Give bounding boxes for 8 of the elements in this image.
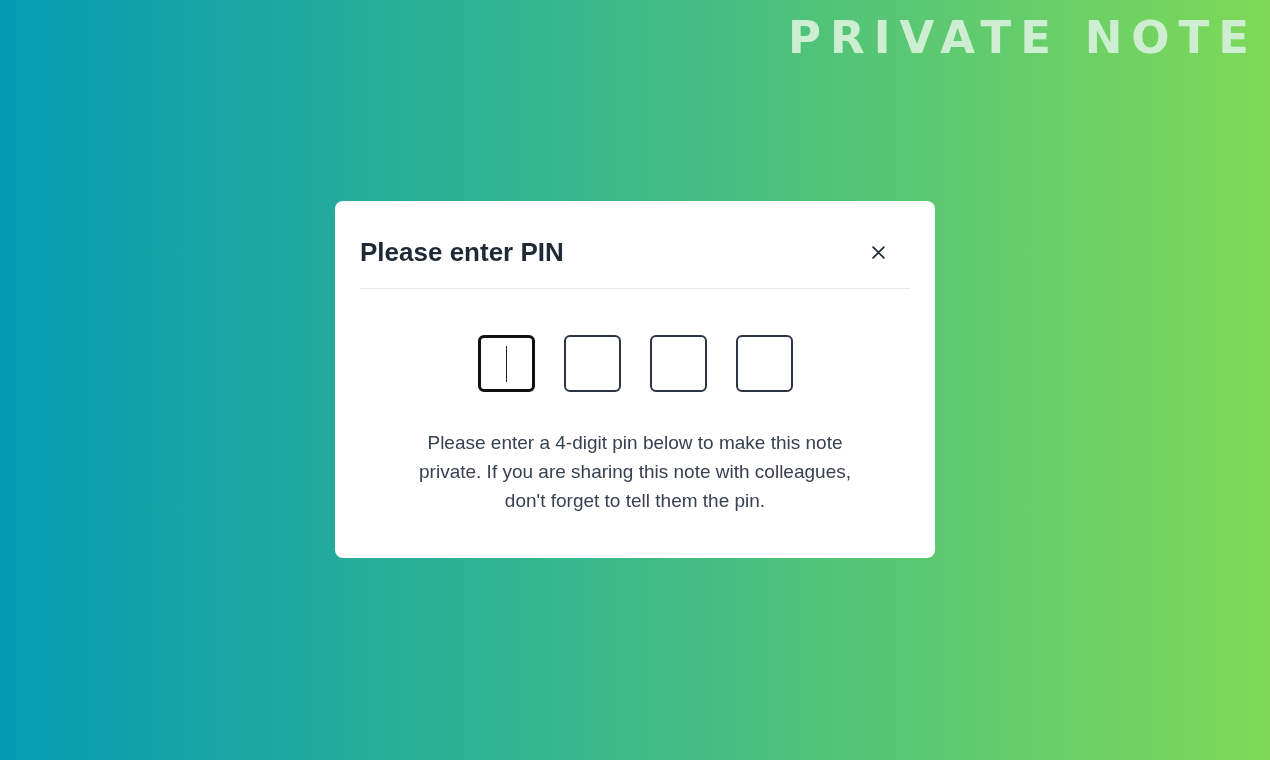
pin-field[interactable] bbox=[735, 335, 793, 392]
page-heading: PRIVATE NOTE bbox=[788, 12, 1258, 64]
dialog-title: Please enter PIN bbox=[360, 236, 564, 269]
pin-field[interactable] bbox=[649, 335, 707, 392]
close-icon bbox=[871, 245, 885, 259]
dialog-message: Please enter a 4-digit pin below to make this note private. If you are sharing this note with colleagues, don't forget to tell them the pin. bbox=[418, 431, 852, 513]
pin-field[interactable] bbox=[563, 335, 621, 392]
pin-field[interactable] bbox=[477, 335, 535, 392]
